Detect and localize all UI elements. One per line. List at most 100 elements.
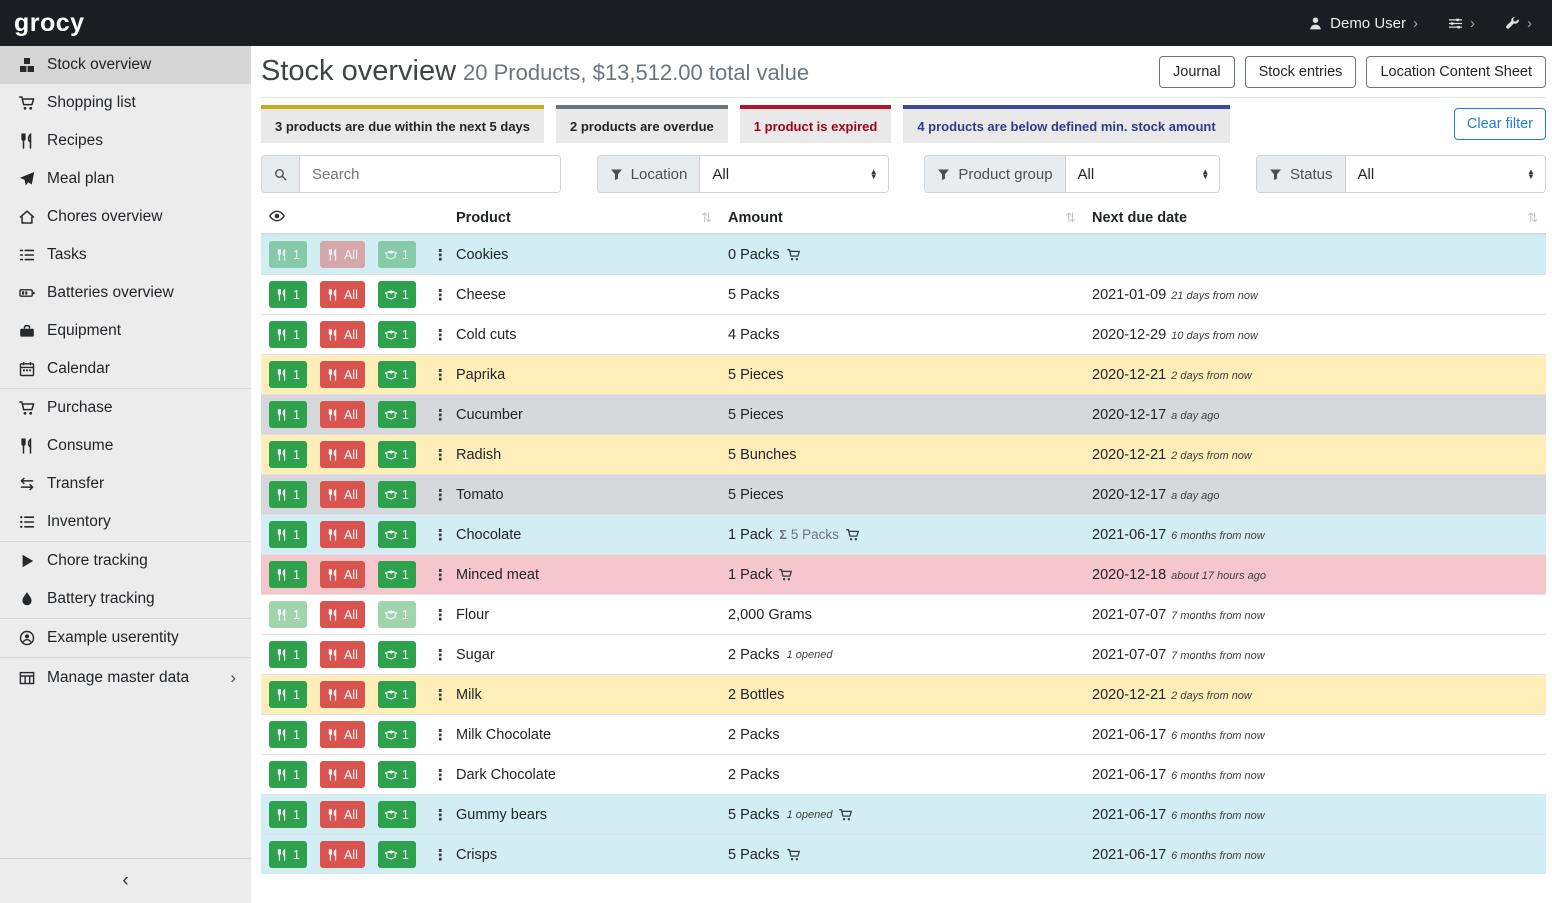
clear-filter-button[interactable]: Clear filter (1454, 108, 1546, 140)
sidebar-item-meal-plan[interactable]: Meal plan (0, 160, 251, 198)
consume-all-button[interactable]: All (320, 561, 365, 588)
consume-all-button[interactable]: All (320, 281, 365, 308)
sidebar-item-chores-overview[interactable]: Chores overview (0, 198, 251, 236)
open-one-button[interactable]: 1 (378, 841, 416, 868)
consume-one-button[interactable]: 1 (269, 321, 307, 348)
row-menu-button[interactable]: ⋮ (429, 764, 452, 786)
consume-one-button[interactable]: 1 (269, 681, 307, 708)
row-menu-button[interactable]: ⋮ (429, 844, 452, 866)
user-menu[interactable]: Demo User › (1308, 15, 1418, 32)
consume-all-button[interactable]: All (320, 321, 365, 348)
row-menu-button[interactable]: ⋮ (429, 444, 452, 466)
open-one-button[interactable]: 1 (378, 481, 416, 508)
consume-all-button[interactable]: All (320, 761, 365, 788)
row-menu-button[interactable]: ⋮ (429, 244, 452, 266)
banner-due[interactable]: 3 products are due within the next 5 day… (261, 105, 544, 143)
consume-one-button[interactable]: 1 (269, 761, 307, 788)
consume-all-button[interactable]: All (320, 841, 365, 868)
column-header-amount[interactable]: Amount ⇅ (720, 203, 1084, 234)
admin-menu[interactable]: › (1505, 15, 1532, 32)
consume-all-button[interactable]: All (320, 801, 365, 828)
consume-all-button[interactable]: All (320, 241, 365, 268)
sidebar-item-example-userentity[interactable]: Example userentity (0, 619, 251, 658)
banner-below-min[interactable]: 4 products are below defined min. stock … (903, 105, 1229, 143)
sidebar-item-battery-tracking[interactable]: Battery tracking (0, 580, 251, 619)
sidebar-item-purchase[interactable]: Purchase (0, 389, 251, 427)
open-one-button[interactable]: 1 (378, 681, 416, 708)
sidebar-item-calendar[interactable]: Calendar (0, 350, 251, 389)
sidebar-item-equipment[interactable]: Equipment (0, 312, 251, 350)
sidebar-item-tasks[interactable]: Tasks (0, 236, 251, 274)
brand-logo[interactable]: grocy (14, 9, 85, 38)
sidebar-item-manage-master-data[interactable]: Manage master data› (0, 658, 251, 698)
status-select[interactable]: All ▲▼ (1346, 156, 1545, 192)
column-header-product[interactable]: Product ⇅ (448, 203, 720, 234)
open-one-button[interactable]: 1 (378, 561, 416, 588)
consume-all-button[interactable]: All (320, 441, 365, 468)
consume-one-button[interactable]: 1 (269, 481, 307, 508)
row-menu-button[interactable]: ⋮ (429, 644, 452, 666)
row-menu-button[interactable]: ⋮ (429, 524, 452, 546)
row-menu-button[interactable]: ⋮ (429, 564, 452, 586)
consume-one-button[interactable]: 1 (269, 841, 307, 868)
consume-all-button[interactable]: All (320, 521, 365, 548)
consume-one-button[interactable]: 1 (269, 561, 307, 588)
consume-one-button[interactable]: 1 (269, 801, 307, 828)
open-one-button[interactable]: 1 (378, 401, 416, 428)
stock-entries-button[interactable]: Stock entries (1245, 56, 1357, 88)
row-menu-button[interactable]: ⋮ (429, 724, 452, 746)
sidebar-item-consume[interactable]: Consume (0, 427, 251, 465)
sidebar-item-shopping-list[interactable]: Shopping list (0, 84, 251, 122)
consume-all-button[interactable]: All (320, 601, 365, 628)
location-select[interactable]: All ▲▼ (700, 156, 887, 192)
open-one-button[interactable]: 1 (378, 641, 416, 668)
open-one-button[interactable]: 1 (378, 521, 416, 548)
sidebar-collapse-button[interactable]: ‹ (0, 858, 251, 903)
consume-one-button[interactable]: 1 (269, 721, 307, 748)
consume-one-button[interactable]: 1 (269, 281, 307, 308)
sidebar-item-chore-tracking[interactable]: Chore tracking (0, 542, 251, 580)
consume-one-button[interactable]: 1 (269, 401, 307, 428)
open-one-button[interactable]: 1 (378, 801, 416, 828)
open-one-button[interactable]: 1 (378, 321, 416, 348)
open-one-button[interactable]: 1 (378, 241, 416, 268)
open-one-button[interactable]: 1 (378, 441, 416, 468)
banner-overdue[interactable]: 2 products are overdue (556, 105, 728, 143)
row-menu-button[interactable]: ⋮ (429, 324, 452, 346)
row-menu-button[interactable]: ⋮ (429, 804, 452, 826)
consume-one-button[interactable]: 1 (269, 601, 307, 628)
sidebar-item-batteries-overview[interactable]: Batteries overview (0, 274, 251, 312)
journal-button[interactable]: Journal (1159, 56, 1235, 88)
row-menu-button[interactable]: ⋮ (429, 284, 452, 306)
consume-all-button[interactable]: All (320, 401, 365, 428)
open-one-button[interactable]: 1 (378, 361, 416, 388)
open-one-button[interactable]: 1 (378, 281, 416, 308)
row-menu-button[interactable]: ⋮ (429, 404, 452, 426)
consume-one-button[interactable]: 1 (269, 521, 307, 548)
open-one-button[interactable]: 1 (378, 761, 416, 788)
consume-one-button[interactable]: 1 (269, 441, 307, 468)
consume-all-button[interactable]: All (320, 361, 365, 388)
sidebar-item-transfer[interactable]: Transfer (0, 465, 251, 503)
row-menu-button[interactable]: ⋮ (429, 684, 452, 706)
row-menu-button[interactable]: ⋮ (429, 604, 452, 626)
row-menu-button[interactable]: ⋮ (429, 484, 452, 506)
consume-all-button[interactable]: All (320, 481, 365, 508)
consume-one-button[interactable]: 1 (269, 361, 307, 388)
search-input[interactable] (300, 156, 560, 192)
banner-expired[interactable]: 1 product is expired (740, 105, 892, 143)
open-one-button[interactable]: 1 (378, 721, 416, 748)
location-content-sheet-button[interactable]: Location Content Sheet (1366, 56, 1546, 88)
consume-all-button[interactable]: All (320, 681, 365, 708)
settings-menu[interactable]: › (1448, 15, 1475, 32)
consume-one-button[interactable]: 1 (269, 241, 307, 268)
eye-icon[interactable] (269, 208, 285, 224)
sidebar-item-inventory[interactable]: Inventory (0, 503, 251, 542)
open-one-button[interactable]: 1 (378, 601, 416, 628)
consume-all-button[interactable]: All (320, 721, 365, 748)
consume-all-button[interactable]: All (320, 641, 365, 668)
row-menu-button[interactable]: ⋮ (429, 364, 452, 386)
consume-one-button[interactable]: 1 (269, 641, 307, 668)
sidebar-item-recipes[interactable]: Recipes (0, 122, 251, 160)
column-header-next-due-date[interactable]: Next due date ⇅ (1084, 203, 1546, 234)
